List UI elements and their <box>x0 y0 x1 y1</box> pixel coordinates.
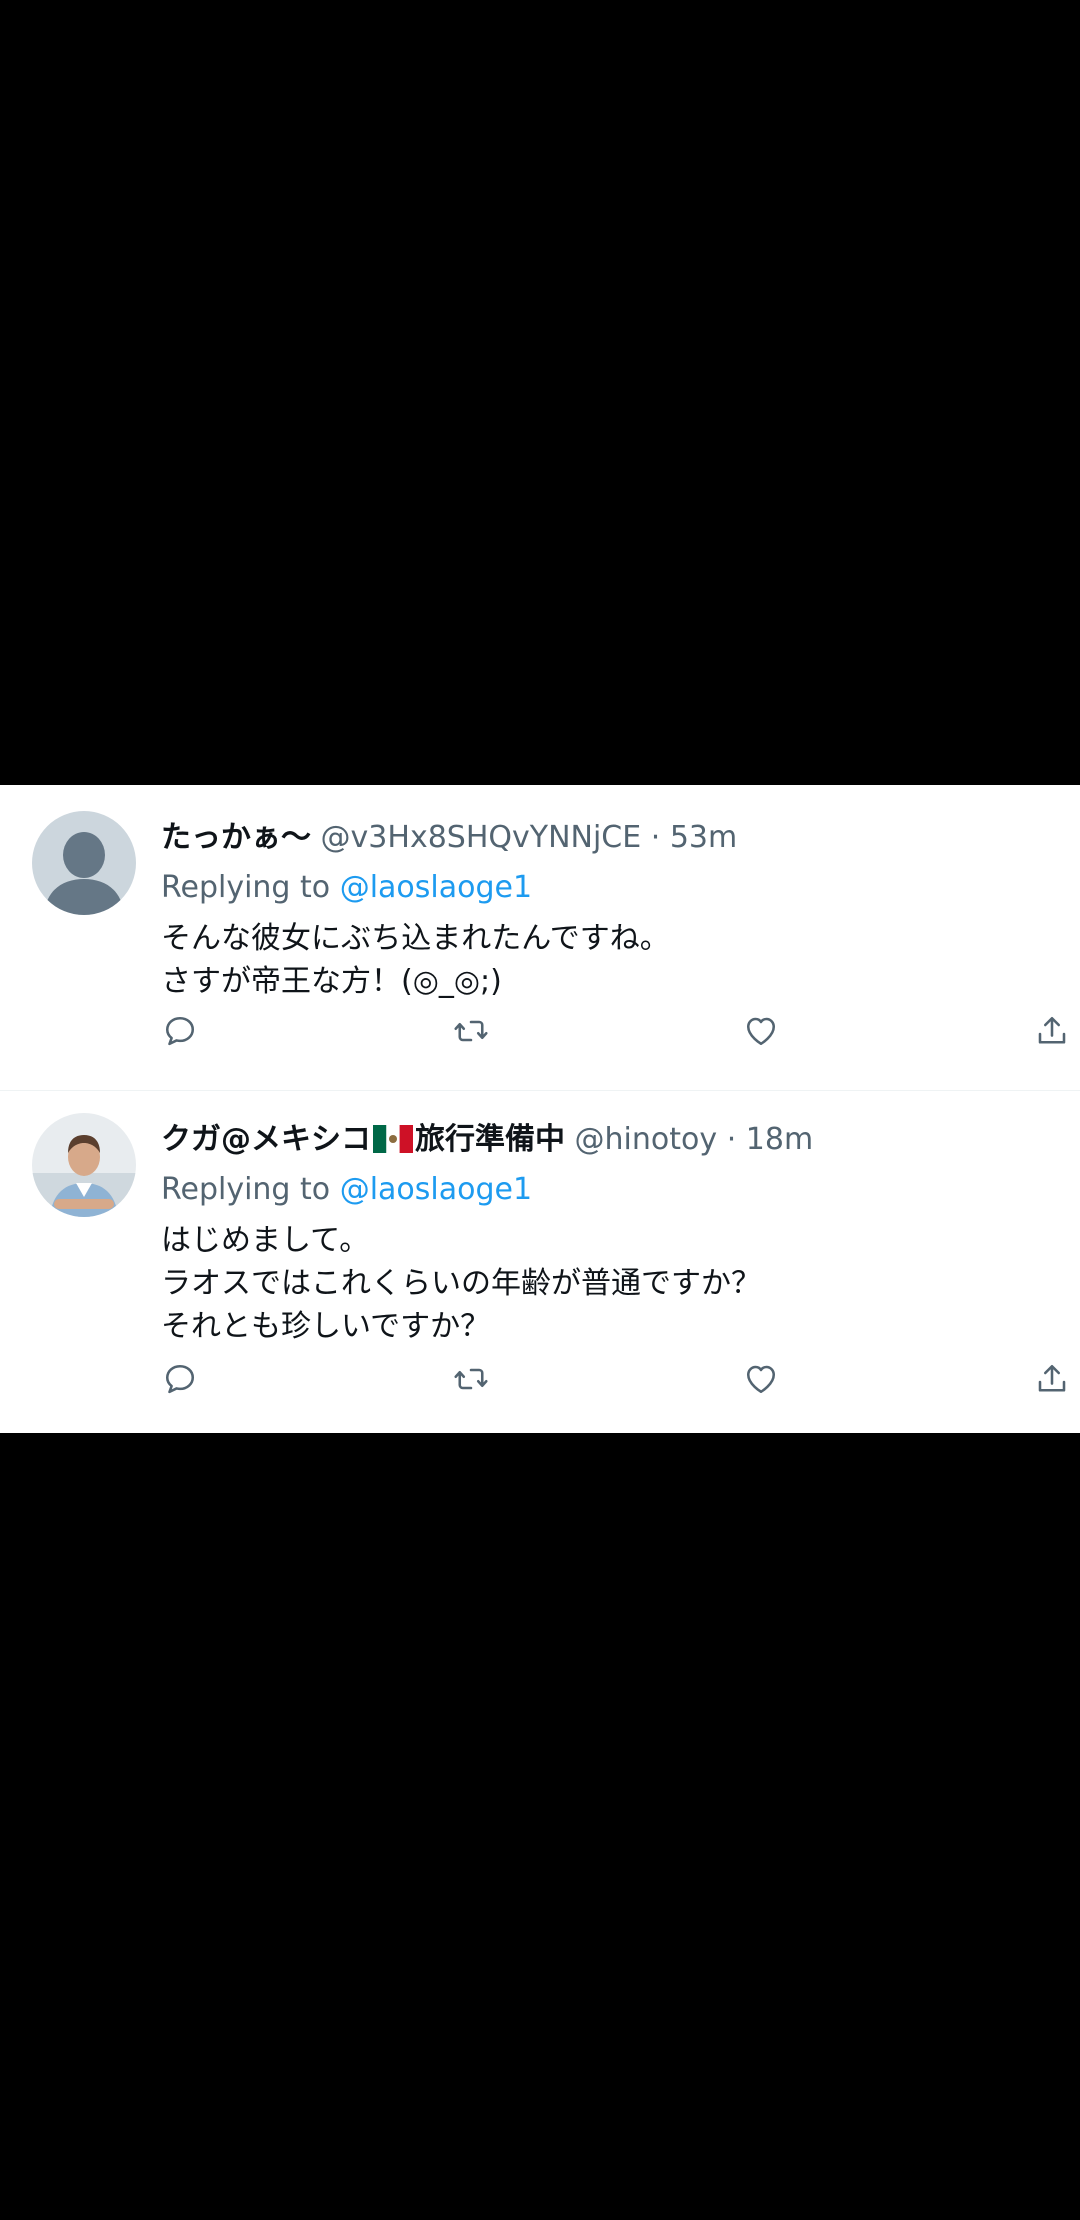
tweet-text: そんな彼女にぶち込まれたんですね。 さすが帝王な方！(◎_◎;) <box>161 917 1064 1003</box>
tweet-header: たっかぁ〜 @v3Hx8SHQvYNNjCE · 53m <box>161 813 1064 863</box>
like-button[interactable] <box>737 1355 785 1403</box>
tweet-body: クガ@メキシコ 旅行準備中 @hinotoy · 18m Replying to … <box>161 1115 1064 1348</box>
tweet-actions <box>161 1355 1080 1403</box>
tweet-body: たっかぁ〜 @v3Hx8SHQvYNNjCE · 53m Replying to… <box>161 813 1064 1003</box>
timestamp[interactable]: 53m <box>670 820 737 855</box>
mexico-flag-icon <box>373 1125 413 1153</box>
replying-to-label: Replying to <box>161 1172 331 1207</box>
share-button[interactable] <box>1028 1007 1076 1055</box>
reply-button[interactable] <box>156 1007 204 1055</box>
replies-card: たっかぁ〜 @v3Hx8SHQvYNNjCE · 53m Replying to… <box>0 785 1080 1433</box>
tweet-text-line: ラオスではこれくらいの年齢が普通ですか？ <box>161 1266 761 1301</box>
handle[interactable]: @hinotoy <box>575 1122 718 1157</box>
replying-to: Replying to @laoslaoge1 <box>161 1165 1064 1215</box>
retweet-button[interactable] <box>447 1007 495 1055</box>
user-photo-avatar[interactable] <box>32 1113 136 1217</box>
tweet-text: はじめまして。 ラオスではこれくらいの年齢が普通ですか？ それとも珍しいですか？ <box>161 1219 1064 1348</box>
retweet-icon <box>454 1368 488 1390</box>
display-name[interactable]: クガ@メキシコ 旅行準備中 <box>161 1122 565 1157</box>
display-name-part: 旅行準備中 <box>415 1122 565 1157</box>
retweet-button[interactable] <box>447 1355 495 1403</box>
replying-to: Replying to @laoslaoge1 <box>161 863 1064 913</box>
like-button[interactable] <box>737 1007 785 1055</box>
tweet-text-line: はじめまして。 <box>161 1223 370 1258</box>
reply-icon <box>165 1016 195 1046</box>
default-avatar-icon[interactable] <box>32 811 136 915</box>
display-name-part: クガ@メキシコ <box>161 1122 371 1157</box>
share-icon <box>1038 1016 1066 1044</box>
share-button[interactable] <box>1028 1355 1076 1403</box>
replying-to-label: Replying to <box>161 870 331 905</box>
share-icon <box>1038 1364 1066 1392</box>
handle[interactable]: @v3Hx8SHQvYNNjCE <box>321 820 642 855</box>
tweet[interactable]: たっかぁ〜 @v3Hx8SHQvYNNjCE · 53m Replying to… <box>0 785 1080 1091</box>
retweet-icon <box>454 1020 488 1042</box>
reply-button[interactable] <box>156 1355 204 1403</box>
replying-to-handle[interactable]: @laoslaoge1 <box>340 1172 532 1207</box>
tweet-text-line: それとも珍しいですか？ <box>161 1309 491 1344</box>
tweet-actions <box>161 1007 1080 1055</box>
heart-icon <box>746 1017 776 1046</box>
tweet[interactable]: クガ@メキシコ 旅行準備中 @hinotoy · 18m Replying to … <box>0 1091 1080 1433</box>
tweet-text-line: さすが帝王な方！(◎_◎;) <box>161 964 502 999</box>
heart-icon <box>746 1365 776 1394</box>
separator-dot: · <box>726 1122 737 1157</box>
reply-icon <box>165 1364 195 1394</box>
timestamp[interactable]: 18m <box>746 1122 813 1157</box>
separator-dot: · <box>650 820 661 855</box>
display-name[interactable]: たっかぁ〜 <box>161 820 311 855</box>
tweet-text-line: そんな彼女にぶち込まれたんですね。 <box>161 921 670 956</box>
screen: たっかぁ〜 @v3Hx8SHQvYNNjCE · 53m Replying to… <box>0 0 1080 2220</box>
replying-to-handle[interactable]: @laoslaoge1 <box>340 870 532 905</box>
tweet-header: クガ@メキシコ 旅行準備中 @hinotoy · 18m <box>161 1115 1064 1165</box>
